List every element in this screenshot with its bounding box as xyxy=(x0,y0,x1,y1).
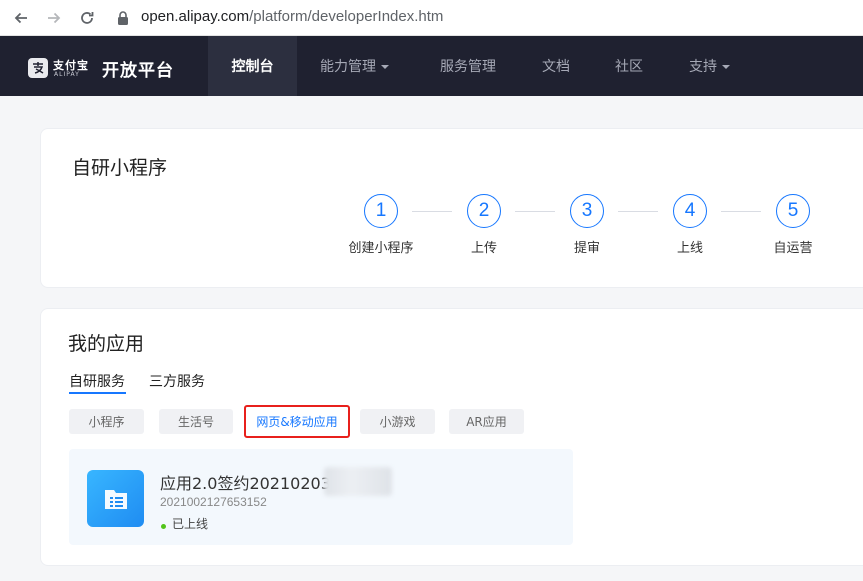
platform-name[interactable]: 开放平台 xyxy=(102,56,174,81)
app-id: 2021002127653152 xyxy=(160,495,267,509)
chevron-down-icon xyxy=(722,65,730,69)
nav-label: 服务管理 xyxy=(440,59,496,75)
active-tab-indicator xyxy=(69,392,126,394)
steps-card-title: 自研小程序 xyxy=(72,157,168,179)
logo-text-en: ALIPAY xyxy=(54,71,80,78)
forward-button[interactable] xyxy=(41,5,67,31)
url-host: open.alipay.com xyxy=(141,8,250,25)
step-connector xyxy=(618,211,658,212)
filter-life-account[interactable]: 生活号 xyxy=(159,409,233,434)
apps-card-title: 我的应用 xyxy=(68,333,145,355)
app-status: 已上线 xyxy=(172,517,209,531)
alipay-logo-icon[interactable] xyxy=(28,58,48,78)
filter-mini-program[interactable]: 小程序 xyxy=(69,409,144,434)
step-3-label: 提审 xyxy=(573,241,601,256)
nav-docs[interactable]: 文档 xyxy=(542,36,570,96)
step-4-label: 上线 xyxy=(676,241,704,256)
my-apps-card: 我的应用 自研服务 三方服务 小程序 生活号 网页&移动应用 小游戏 AR应用 … xyxy=(40,308,863,566)
step-1-circle: 1 xyxy=(364,194,398,228)
filter-web-mobile-app[interactable]: 网页&移动应用 xyxy=(244,405,350,438)
step-connector xyxy=(412,211,452,212)
document-list-icon xyxy=(87,470,144,527)
tab-self-developed[interactable]: 自研服务 xyxy=(69,371,125,391)
filter-ar-app[interactable]: AR应用 xyxy=(449,409,524,434)
step-3-circle: 3 xyxy=(570,194,604,228)
step-5-circle: 5 xyxy=(776,194,810,228)
tab-third-party[interactable]: 三方服务 xyxy=(149,371,205,391)
step-2-circle: 2 xyxy=(467,194,501,228)
nav-label: 社区 xyxy=(615,59,643,75)
arrow-right-icon xyxy=(48,12,61,24)
reload-button[interactable] xyxy=(74,5,100,31)
step-4-circle: 4 xyxy=(673,194,707,228)
nav-community[interactable]: 社区 xyxy=(615,36,643,96)
step-5-label: 自运营 xyxy=(773,241,813,256)
nav-console[interactable]: 控制台 xyxy=(208,36,297,96)
back-button[interactable] xyxy=(8,5,34,31)
arrow-left-icon xyxy=(14,12,27,24)
nav-label: 控制台 xyxy=(231,59,274,75)
redacted-blur xyxy=(324,467,392,496)
top-navigation: 支付宝 ALIPAY 开放平台 控制台 能力管理 服务管理 文档 社区 支持 xyxy=(0,36,863,96)
nav-service-management[interactable]: 服务管理 xyxy=(440,36,496,96)
nav-label: 文档 xyxy=(542,59,570,75)
step-connector xyxy=(721,211,761,212)
filter-mini-game[interactable]: 小游戏 xyxy=(360,409,435,434)
browser-toolbar: open.alipay.com/platform/developerIndex.… xyxy=(0,0,863,36)
nav-support[interactable]: 支持 xyxy=(689,36,730,96)
mini-program-steps-card: 自研小程序 1 2 3 4 5 创建小程序 上传 提审 上线 自运营 xyxy=(40,128,863,288)
reload-icon xyxy=(81,12,94,24)
app-name: 应用2.0签约20210203 xyxy=(160,474,331,493)
nav-label: 支持 xyxy=(689,59,717,75)
url-path: /platform/developerIndex.htm xyxy=(249,8,444,25)
app-list-item[interactable]: 应用2.0签约20210203 2021002127653152 已上线 xyxy=(69,449,573,545)
step-1-label: 创建小程序 xyxy=(348,241,414,256)
step-2-label: 上传 xyxy=(470,241,498,256)
nav-label: 能力管理 xyxy=(320,59,376,75)
lock-icon xyxy=(118,11,128,25)
step-connector xyxy=(515,211,555,212)
address-bar[interactable]: open.alipay.com/platform/developerIndex.… xyxy=(141,8,443,25)
chevron-down-icon xyxy=(381,65,389,69)
nav-capability-management[interactable]: 能力管理 xyxy=(320,36,389,96)
status-dot-icon xyxy=(161,524,166,529)
